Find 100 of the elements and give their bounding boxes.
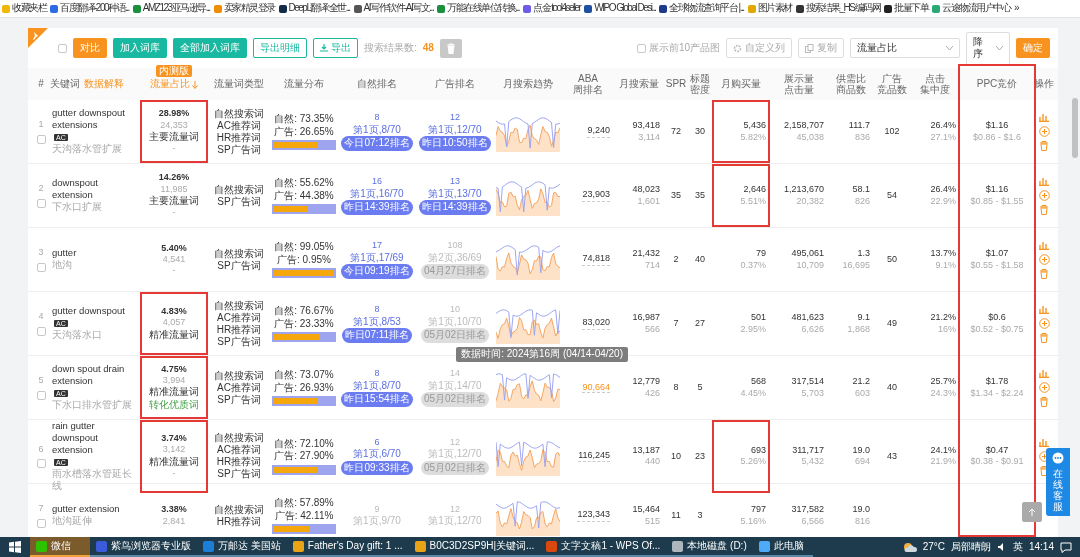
row-checkbox[interactable] <box>36 390 46 400</box>
trash-icon[interactable] <box>1039 205 1049 215</box>
sort-arrow-icon[interactable] <box>192 80 198 89</box>
row-checkbox[interactable] <box>36 198 46 208</box>
product-count: 836 <box>854 131 870 143</box>
column-header[interactable]: 标题 密度 <box>690 72 710 96</box>
add-icon[interactable] <box>1038 382 1050 393</box>
add-icon[interactable] <box>1038 126 1050 137</box>
input-method[interactable]: 英 <box>1012 540 1023 554</box>
online-service-button[interactable]: 在线客服 <box>1046 448 1070 516</box>
trash-icon[interactable] <box>1039 141 1049 151</box>
aba-rank[interactable]: 83,020 <box>582 317 610 330</box>
bookmark-link[interactable]: 搜索结果_HS编码网 <box>795 2 880 15</box>
keyword-translation: 雨水槽落水管延长线 <box>52 467 133 493</box>
temperature[interactable]: 27°C <box>922 540 945 554</box>
add-icon[interactable] <box>1038 318 1050 329</box>
bar-chart-icon[interactable] <box>1039 176 1049 186</box>
keyword-text[interactable]: gutter downspout extensions <box>52 107 140 132</box>
taskbar-app[interactable]: 本地磁盘 (D:) <box>666 537 753 557</box>
sort-order-select[interactable]: 降序 <box>966 31 1010 65</box>
keyword-text[interactable]: down spout drain extension <box>52 363 140 388</box>
bar-chart-icon[interactable] <box>1039 368 1049 378</box>
bar-chart-icon[interactable] <box>1039 240 1049 250</box>
trash-icon[interactable] <box>1039 397 1049 407</box>
bar-chart-icon[interactable] <box>1039 112 1049 122</box>
bookmark-link[interactable]: 百度翻译-200种语... <box>50 2 129 15</box>
word-type: HR推荐词 <box>216 456 262 468</box>
column-header[interactable]: 供需比 商品数 <box>836 72 866 96</box>
keyword-text[interactable]: gutter downspout <box>52 305 125 318</box>
column-header[interactable]: 月搜索量 <box>619 78 659 90</box>
taskbar-app[interactable]: Father's Day gift: 1 ... <box>286 537 409 557</box>
taskbar-app[interactable]: 微信 <box>30 537 90 557</box>
delete-button[interactable] <box>439 38 462 58</box>
trash-icon[interactable] <box>1039 465 1049 476</box>
row-checkbox[interactable] <box>36 459 46 469</box>
taskbar-app[interactable]: 文字文稿1 - WPS Of... <box>540 537 667 557</box>
column-header[interactable]: 自然排名 <box>357 78 397 90</box>
aba-rank[interactable]: 123,343 <box>577 509 610 522</box>
notification-icon[interactable] <box>1060 541 1072 553</box>
row-checkbox[interactable] <box>36 326 46 336</box>
add-icon[interactable] <box>1038 254 1050 265</box>
column-header[interactable]: 展示量 点击量 <box>784 72 814 96</box>
row-number: 3 <box>38 247 44 259</box>
keyword-text[interactable]: gutter extension <box>52 503 120 516</box>
column-header[interactable]: SPR <box>665 78 687 90</box>
add-icon[interactable] <box>1038 190 1050 201</box>
trash-icon[interactable] <box>1039 333 1049 343</box>
trash-icon[interactable] <box>1039 269 1049 279</box>
row-checkbox[interactable] <box>36 134 46 144</box>
bookmark-link[interactable]: DeepL翻译:全世... <box>278 2 350 15</box>
keyword-translation: 天沟落水管扩展 <box>52 143 123 156</box>
aba-rank[interactable]: 74,818 <box>582 253 610 266</box>
column-header[interactable]: 流量分布 <box>284 78 324 90</box>
taskbar-app[interactable]: 紫鸟浏览器专业版 <box>90 537 197 557</box>
bar-chart-icon[interactable] <box>1039 436 1049 447</box>
column-header[interactable]: 广告 竞品数 <box>877 72 907 96</box>
traffic-share: 4.75% <box>161 363 187 375</box>
back-to-top-button[interactable] <box>1022 502 1042 522</box>
column-header[interactable]: 点击 集中度 <box>920 72 950 96</box>
sort-field-select[interactable]: 流量占比 <box>850 37 960 59</box>
keyword-text[interactable]: rain gutter downspout extension <box>52 420 140 456</box>
column-header[interactable]: 关键词 <box>50 78 80 90</box>
aba-rank[interactable]: 116,245 <box>578 450 610 463</box>
clock[interactable]: 14:14 <box>1028 540 1054 554</box>
bar-chart-icon[interactable] <box>1039 304 1049 314</box>
bookmark-link[interactable]: 全球物流查询平台 |... <box>659 2 744 15</box>
product-count: 694 <box>854 456 870 468</box>
taskbar-app[interactable]: 万邮达 美国站 <box>197 537 287 557</box>
taskbar-app[interactable]: 此电脑 <box>752 537 813 557</box>
scrollbar-thumb[interactable] <box>1072 98 1078 158</box>
column-header[interactable]: ABA 周排名 <box>573 72 603 96</box>
bookmark-link[interactable]: AMZ123亚马逊导... <box>132 2 210 15</box>
more-bookmarks-button[interactable]: » <box>1014 2 1019 15</box>
keyword-text[interactable]: downspout extension <box>52 177 140 202</box>
row-checkbox[interactable] <box>36 262 46 272</box>
row-checkbox[interactable] <box>36 518 46 528</box>
aba-rank[interactable]: 23,903 <box>582 189 610 202</box>
aba-rank[interactable]: 9,240 <box>587 125 610 138</box>
bookmark-link[interactable]: 图片素材 <box>747 2 792 15</box>
bookmark-link[interactable]: 万能在线单位转换... <box>437 2 519 15</box>
select-all-checkbox[interactable] <box>58 43 67 53</box>
bookmark-link[interactable]: WIPO Global Desi... <box>584 2 656 15</box>
column-header[interactable]: # <box>38 78 44 90</box>
column-header[interactable]: 流量词类型 <box>214 78 264 90</box>
column-header[interactable]: 月购买量 <box>721 78 761 90</box>
bookmark-link[interactable]: 批量下单 <box>884 2 928 15</box>
column-header[interactable]: 广告排名 <box>435 78 475 90</box>
bookmark-link[interactable]: 收藏夹栏 <box>2 2 46 15</box>
word-type: SP广告词 <box>217 259 261 272</box>
weather-icon[interactable] <box>902 541 917 553</box>
bookmark-link[interactable]: 点金 tool4seller <box>523 2 581 15</box>
bookmark-link[interactable]: AI写作软件-AI写文... <box>353 2 434 15</box>
keyword-text[interactable]: gutter <box>52 247 77 260</box>
bookmark-link[interactable]: 云途物流用户中心 <box>932 2 1010 15</box>
show-images-checkbox[interactable] <box>636 43 646 53</box>
column-header[interactable]: PPC竞价 <box>976 78 1018 90</box>
taskbar-app[interactable]: B0C3D2SP9H|关键词... <box>408 537 541 557</box>
column-header[interactable]: 月搜索趋势 <box>503 78 553 90</box>
weather-text[interactable]: 局部晴朗 <box>950 540 991 554</box>
bookmark-link[interactable]: 卖家精灵登录 <box>213 2 275 15</box>
